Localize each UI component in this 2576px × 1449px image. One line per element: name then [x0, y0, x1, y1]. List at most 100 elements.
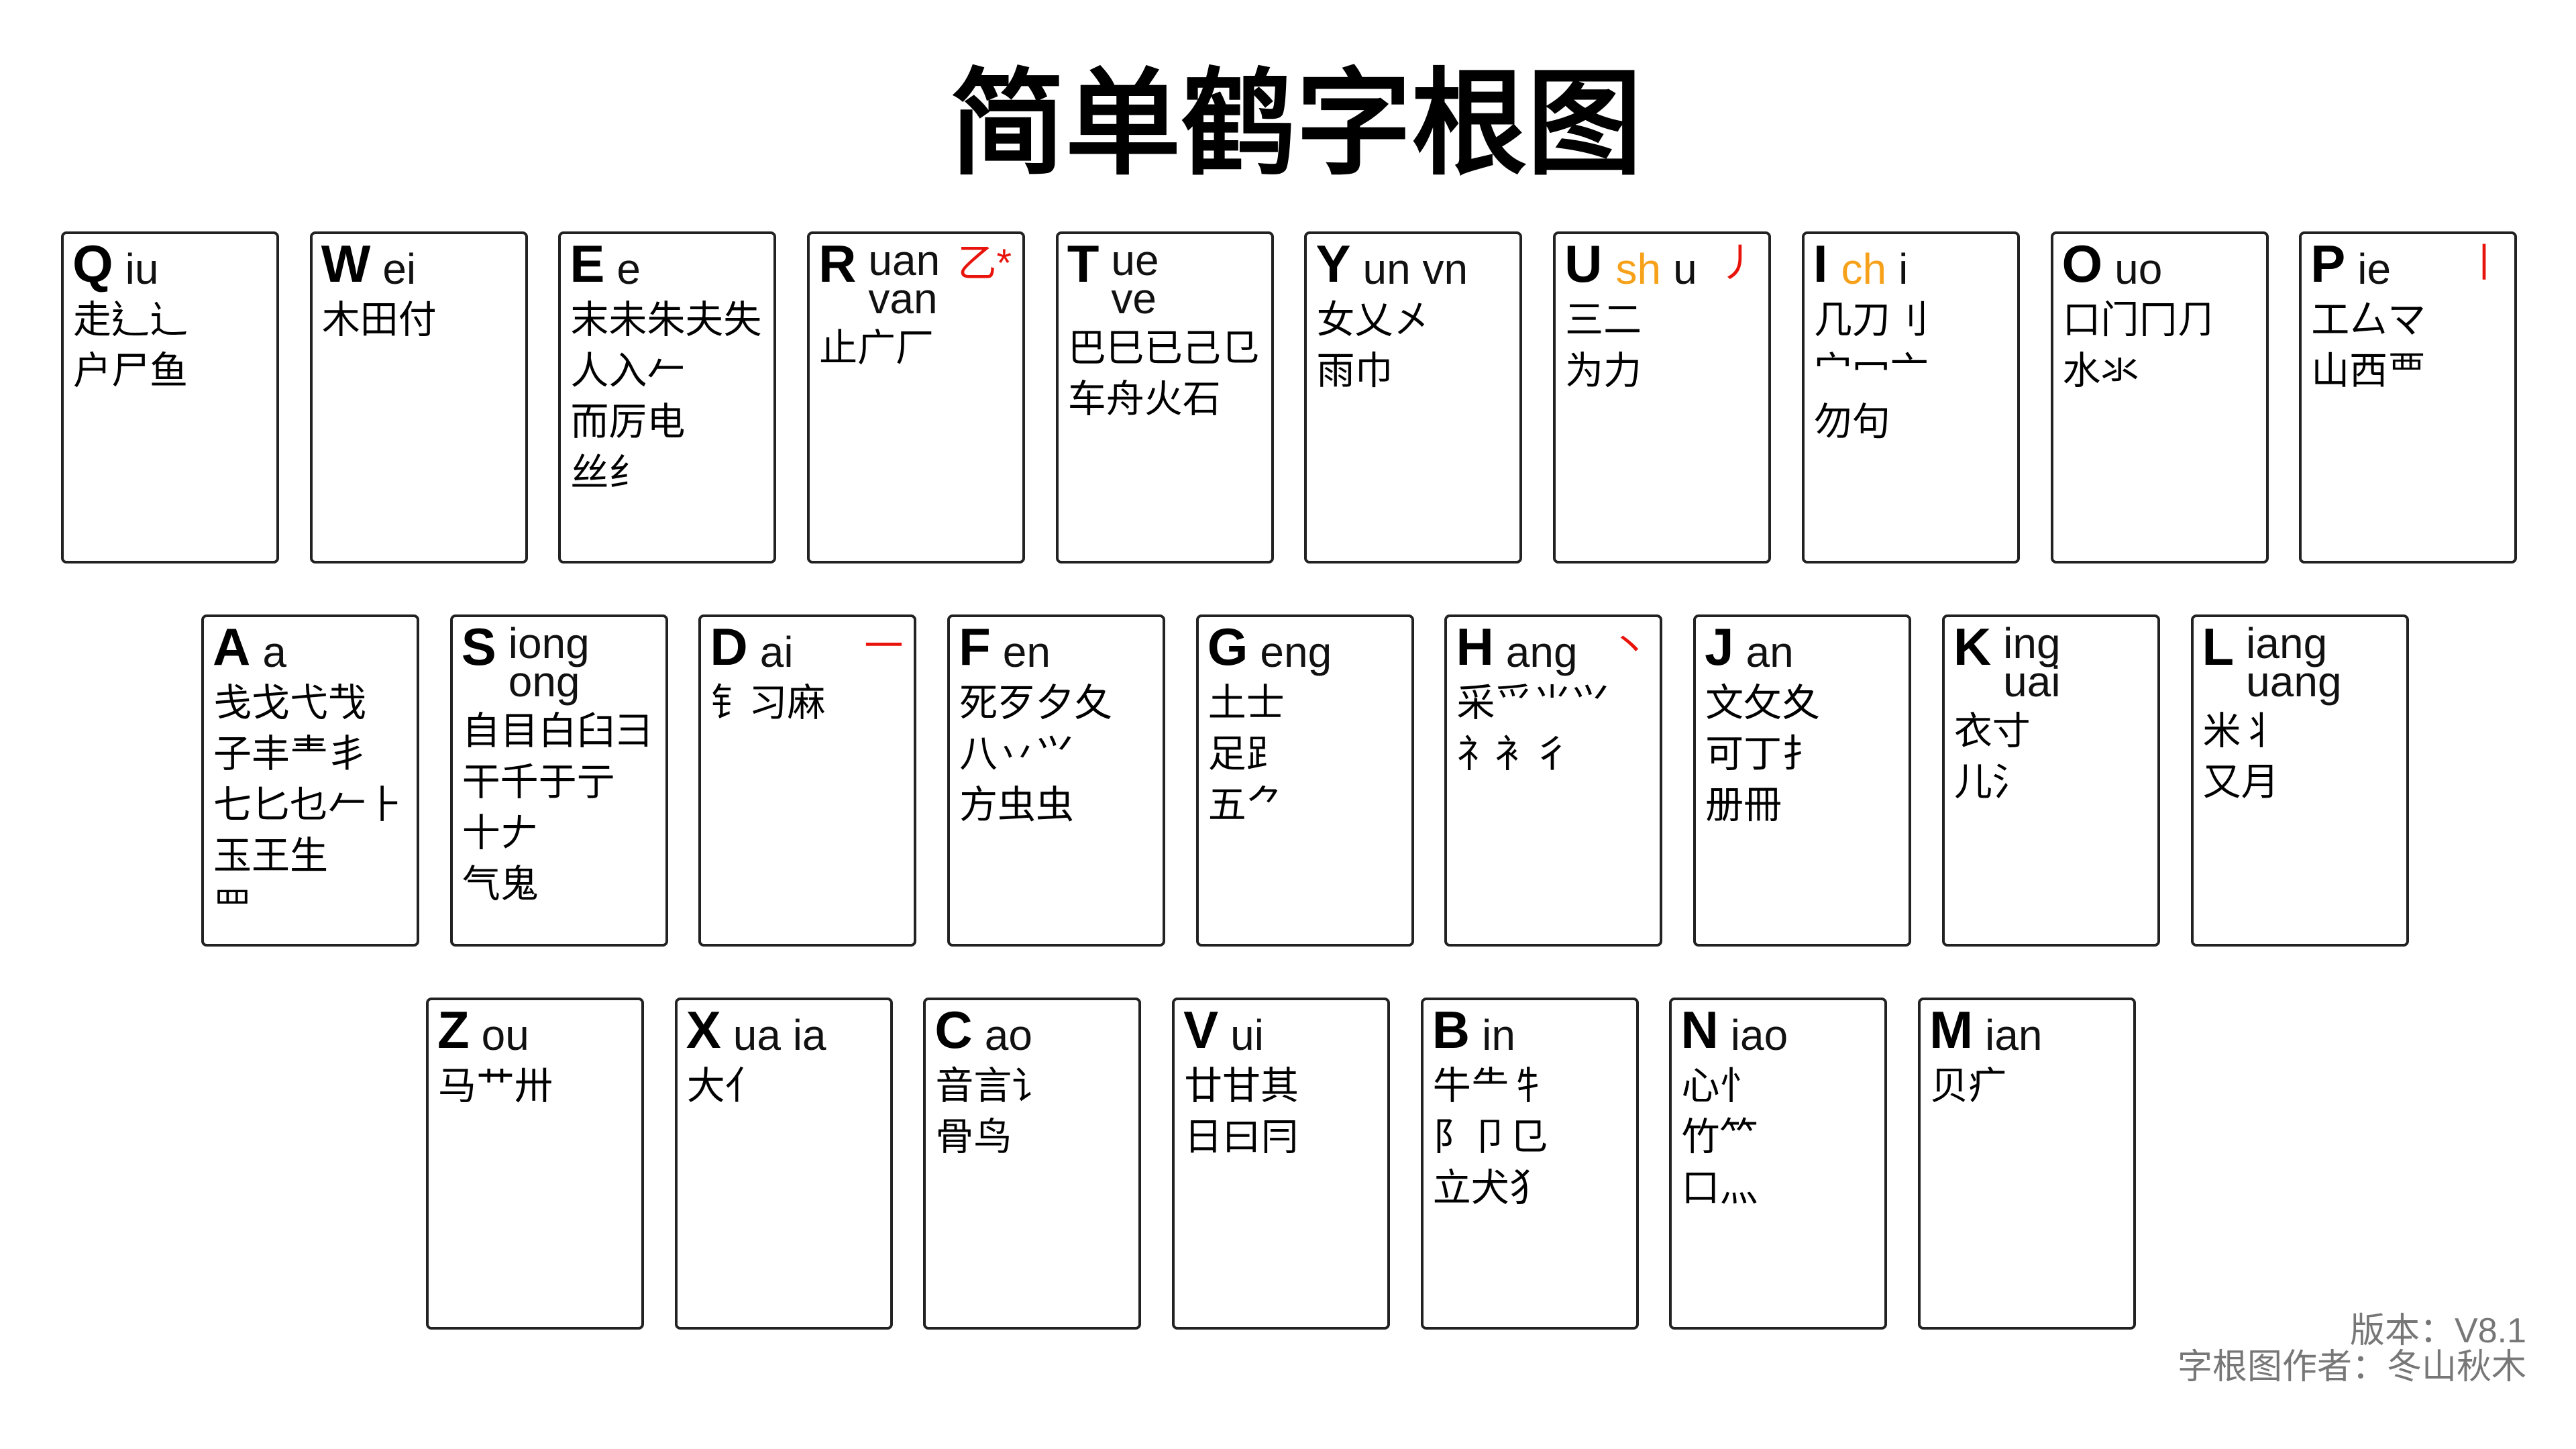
root-line: 八丷⺍	[959, 733, 1075, 775]
root-line: 宀冖亠	[1813, 350, 1929, 392]
root-list: 几刀刂 宀冖亠 勿句	[1814, 294, 1929, 447]
key-letter: V	[1183, 1000, 1219, 1059]
key-i: Ich i 几刀刂 宀冖亠 勿句	[1801, 231, 2020, 564]
key-c: Cao 音言讠 骨鸟	[923, 998, 1142, 1330]
root-line: 雨巾	[1316, 350, 1393, 392]
root-list: 巴巳已己㔾 车舟火石	[1068, 323, 1259, 425]
key-header: Vui	[1183, 1002, 1264, 1058]
root-list: 木田付	[322, 294, 437, 345]
finals: iao	[1731, 1014, 1788, 1057]
key-letter: T	[1067, 234, 1099, 293]
finals: ou	[481, 1011, 529, 1059]
root-line: 儿氵	[1953, 761, 2031, 804]
root-list: 米丬 又月	[2203, 706, 2279, 808]
key-u: Ush u 丿三二 为力	[1553, 231, 1772, 564]
final-line: ao	[984, 1011, 1032, 1059]
key-row-2: Aa 戋戈弋𢦏 子丰龶丯 七匕乜𠂉⺊ 玉王生罒 Siong ong 自目白臼彐 干千于亍 十𠂇 气鬼…	[201, 614, 2409, 947]
key-z: Zou 马艹卅	[426, 998, 644, 1330]
root-line: 勿句	[1813, 400, 1890, 443]
key-letter: H	[1456, 617, 1494, 676]
root-line: 水氺	[2062, 350, 2139, 392]
root-line: 音言讠	[935, 1065, 1051, 1108]
root-list: 音言讠 骨鸟	[935, 1061, 1050, 1163]
initial-consonant: ch	[1841, 245, 1887, 293]
finals: ui	[1230, 1014, 1264, 1057]
finals: eng	[1260, 631, 1332, 674]
key-header: Zou	[437, 1002, 529, 1058]
root-line: 口灬	[1681, 1167, 1758, 1210]
root-line: 车舟火石	[1067, 378, 1221, 421]
finals: uan van	[868, 239, 940, 320]
final-line: e	[616, 245, 641, 293]
root-line: 而厉电	[570, 400, 686, 443]
finals: ang	[1506, 631, 1578, 674]
key-header: Liang uang	[2202, 617, 2342, 706]
key-header: Aa	[213, 619, 286, 675]
key-k: King uai 衣寸 儿氵	[1941, 614, 2160, 947]
root-line: 为力	[1565, 350, 1642, 392]
final-line: ai	[759, 628, 794, 676]
root-line: 戋戈弋𢦏	[213, 682, 366, 724]
root-line: 干千于亍	[462, 761, 615, 804]
final-line: ou	[481, 1011, 529, 1059]
finals: ing uai	[2003, 622, 2060, 703]
final-line: ua ia	[733, 1011, 826, 1059]
key-header: Xua ia	[686, 1002, 826, 1058]
root-list: 止广厂	[819, 323, 934, 374]
root-line: 口门冂⺆	[2062, 299, 2216, 341]
root-line: 自目白臼彐	[462, 710, 653, 753]
key-letter: W	[321, 234, 371, 293]
root-line: 册冊	[1705, 784, 1782, 826]
key-letter: L	[2202, 617, 2235, 676]
root-line: 玉王生	[213, 835, 328, 877]
root-list: 心忄 竹⺮ 口灬	[1681, 1061, 1758, 1214]
root-list: 死歹夕夂 八丷⺍ 方虫虫	[959, 678, 1112, 830]
root-list: 走⻎辶 户尸鱼	[73, 294, 188, 396]
key-h: Hang 丶采爫⺌⺍ 礻衤彳	[1444, 614, 1663, 947]
stroke-mark: 丨	[2465, 241, 2504, 285]
version-label: 版本：V8.1	[2350, 1311, 2526, 1350]
root-list: 牛⺧牜 阝卩⺋ 立犬犭	[1433, 1061, 1548, 1214]
key-l: Liang uang 米丬 又月	[2190, 614, 2409, 947]
key-letter: X	[686, 1000, 721, 1059]
final-line: uang	[2246, 657, 2342, 706]
root-line: 衣寸	[1953, 710, 2031, 753]
root-line: 三二	[1565, 299, 1642, 341]
key-r: Ruan van 乙* 止广厂	[807, 231, 1026, 564]
final-line: en	[1002, 628, 1051, 676]
finals: uo	[2114, 248, 2162, 290]
key-p: Pie 丨工厶マ 山西覀	[2299, 231, 2518, 564]
root-line: 日曰冃	[1184, 1116, 1299, 1159]
key-letter: J	[1705, 617, 1734, 676]
finals: ai	[759, 628, 794, 676]
final-line: iu	[125, 245, 159, 293]
root-list: 戋戈弋𢦏 子丰龶丯 七匕乜𠂉⺊ 玉王生罒	[213, 678, 405, 932]
key-header: Siong ong	[462, 619, 590, 703]
final-line: ei	[382, 245, 417, 293]
finals: en	[1002, 628, 1051, 676]
key-header: Cao	[934, 1002, 1032, 1058]
key-row-3: Zou 马艹卅 Xua ia 大亻 Cao 音言讠 骨鸟 Vui 廿甘其 日曰冃 Bin 牛⺧牜 阝卩⺋…	[426, 998, 2137, 1330]
final-line: ian	[1985, 1011, 2043, 1059]
finals: in	[1482, 1014, 1515, 1057]
finals: iu	[125, 245, 159, 293]
key-letter: E	[570, 234, 605, 293]
key-q: Qiu 走⻎辶 户尸鱼	[61, 231, 279, 564]
key-letter: D	[710, 617, 748, 676]
root-list: 女乂㐅 雨巾	[1316, 294, 1431, 396]
root-line: 户尸鱼	[73, 350, 188, 392]
key-header: Niao	[1680, 1002, 1788, 1058]
key-letter: F	[959, 617, 991, 676]
key-b: Bin 牛⺧牜 阝卩⺋ 立犬犭	[1420, 998, 1639, 1330]
root-list: 大亻	[687, 1061, 763, 1112]
root-line: 七匕乜𠂉⺊	[213, 784, 405, 826]
key-header: Ruan van	[818, 235, 940, 320]
root-list: 文攵夊 可丁扌 册冊	[1705, 678, 1820, 830]
key-header: Hang	[1456, 619, 1577, 675]
root-line: 五⺈	[1208, 784, 1285, 826]
key-header: Tue ve	[1067, 234, 1159, 320]
key-letter: B	[1432, 1000, 1470, 1059]
root-line: 气鬼	[462, 863, 539, 906]
final-line: u	[1673, 245, 1697, 293]
key-j: Jan 文攵夊 可丁扌 册冊	[1693, 614, 1912, 947]
